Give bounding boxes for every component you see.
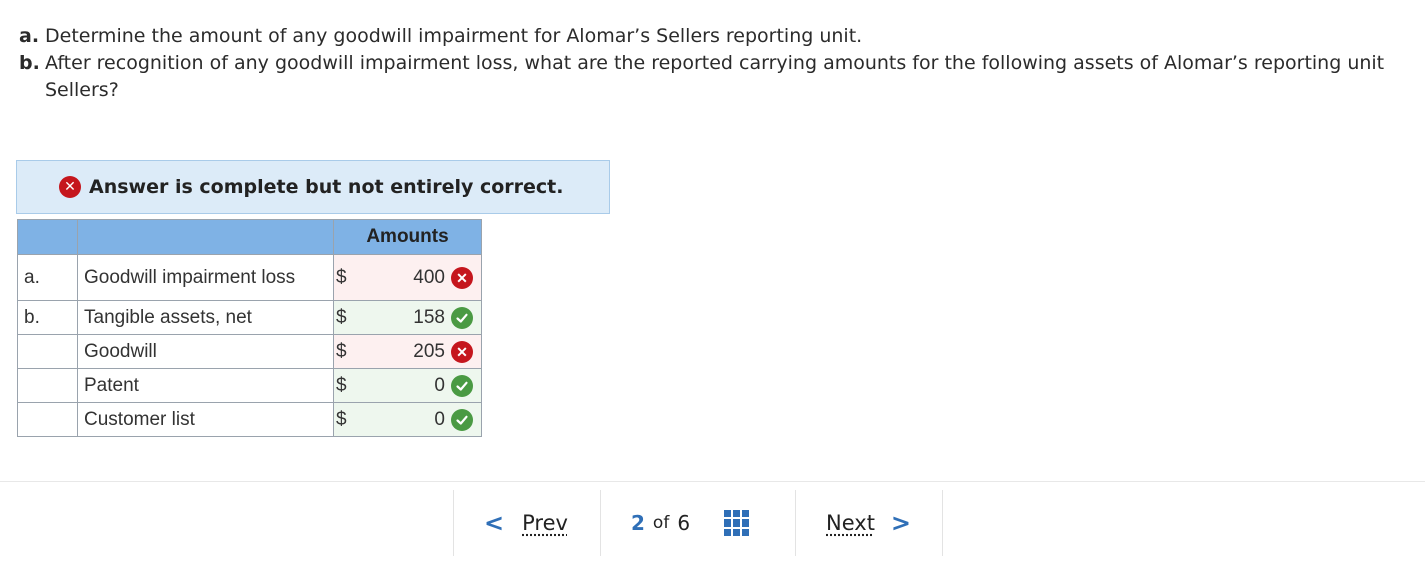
row-label: Goodwill	[77, 334, 334, 369]
check-icon	[451, 306, 473, 329]
table-row: Goodwill $ 205 ✕	[17, 334, 482, 369]
row-letter	[17, 402, 78, 437]
x-circle-icon: ✕	[59, 176, 81, 198]
incorrect-icon: ✕	[451, 340, 473, 363]
amount-cell[interactable]: 400 ✕	[353, 254, 482, 301]
question-letter-a: a.	[19, 25, 40, 47]
chevron-right-icon: >	[890, 509, 912, 537]
check-icon	[451, 374, 473, 397]
table-row: Patent $ 0	[17, 368, 482, 403]
row-label: Patent	[77, 368, 334, 403]
header-letter-cell	[17, 219, 78, 255]
row-letter: a.	[17, 254, 78, 301]
page-of: of	[652, 513, 670, 533]
row-label: Tangible assets, net	[77, 300, 334, 335]
amount-cell[interactable]: 205 ✕	[353, 334, 482, 369]
feedback-banner: ✕ Answer is complete but not entirely co…	[16, 160, 610, 214]
amount-cell[interactable]: 158	[353, 300, 482, 335]
next-label[interactable]: Next	[826, 511, 875, 535]
row-letter	[17, 368, 78, 403]
next-button[interactable]: Next >	[796, 511, 942, 535]
amount-cell[interactable]: 0	[353, 402, 482, 437]
amounts-header: Amounts	[333, 219, 482, 255]
chevron-left-icon: <	[484, 509, 505, 537]
pager-separator	[942, 490, 943, 556]
current-page: 2	[631, 511, 645, 535]
pagination: < Prev 2 of 6 Next >	[453, 490, 943, 556]
question-part-a: a. Determine the amount of any goodwill …	[19, 23, 1409, 50]
amount-value[interactable]: 0	[434, 409, 445, 431]
check-icon	[451, 408, 473, 431]
question-letter-b: b.	[19, 52, 40, 74]
question-text-a: Determine the amount of any goodwill imp…	[45, 25, 863, 47]
table-row: a. Goodwill impairment loss $ 400 ✕	[17, 254, 482, 301]
question-text: a. Determine the amount of any goodwill …	[19, 23, 1409, 104]
amount-value[interactable]: 158	[413, 307, 445, 329]
currency-symbol: $	[333, 254, 354, 301]
footer-divider	[0, 481, 1425, 482]
amount-value[interactable]: 205	[413, 341, 445, 363]
currency-symbol: $	[333, 368, 354, 403]
header-desc-cell	[77, 219, 334, 255]
currency-symbol: $	[333, 334, 354, 369]
prev-label[interactable]: Prev	[522, 511, 568, 535]
row-letter	[17, 334, 78, 369]
incorrect-icon: ✕	[451, 266, 473, 289]
amount-value[interactable]: 400	[413, 267, 445, 289]
table-row: Customer list $ 0	[17, 402, 482, 437]
row-letter: b.	[17, 300, 78, 335]
page-indicator[interactable]: 2 of 6	[601, 510, 795, 536]
feedback-text: Answer is complete but not entirely corr…	[89, 176, 564, 198]
table-row: b. Tangible assets, net $ 158	[17, 300, 482, 335]
question-text-b: After recognition of any goodwill impair…	[45, 52, 1385, 101]
currency-symbol: $	[333, 402, 354, 437]
total-pages: 6	[677, 511, 691, 535]
table-header-row: Amounts	[17, 219, 482, 255]
answer-table: Amounts a. Goodwill impairment loss $ 40…	[17, 219, 482, 437]
row-label: Customer list	[77, 402, 334, 437]
currency-symbol: $	[333, 300, 354, 335]
amount-cell[interactable]: 0	[353, 368, 482, 403]
amount-value[interactable]: 0	[434, 375, 445, 397]
grid-icon[interactable]	[724, 510, 750, 536]
row-label: Goodwill impairment loss	[77, 254, 334, 301]
question-part-b: b. After recognition of any goodwill imp…	[19, 50, 1409, 104]
prev-button[interactable]: < Prev	[454, 511, 600, 535]
